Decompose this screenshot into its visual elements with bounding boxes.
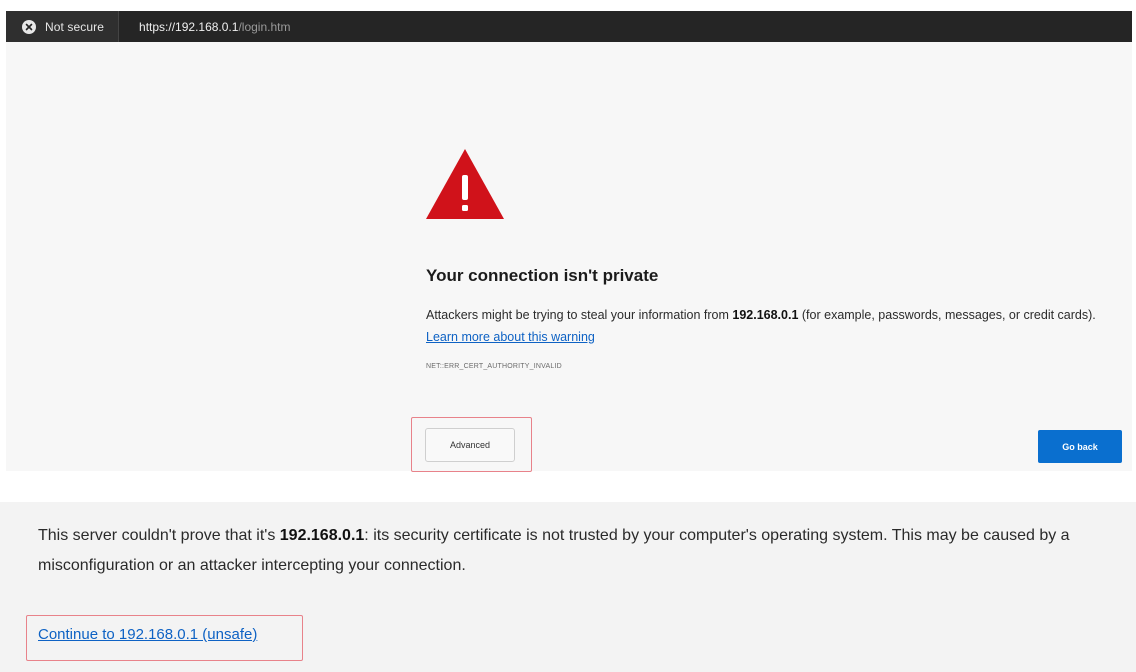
url-path: /login.htm (238, 19, 291, 34)
go-back-button[interactable]: Go back (1038, 430, 1122, 463)
warning-description: Attackers might be trying to steal your … (426, 304, 1106, 348)
detail-prefix: This server couldn't prove that it's (38, 527, 280, 544)
page-title: Your connection isn't private (426, 266, 659, 285)
desc-prefix: Attackers might be trying to steal your … (426, 308, 733, 322)
advanced-button[interactable]: Advanced (425, 428, 515, 462)
warning-triangle-icon (426, 149, 504, 219)
desc-suffix: (for example, passwords, messages, or cr… (798, 308, 1096, 322)
url-field[interactable]: https://192.168.0.1/login.htm (139, 20, 290, 34)
advanced-details-text: This server couldn't prove that it's 192… (38, 521, 1128, 581)
security-indicator[interactable]: Not secure (6, 11, 120, 42)
learn-more-link[interactable]: Learn more about this warning (426, 330, 595, 344)
advanced-details-panel: This server couldn't prove that it's 192… (0, 502, 1136, 672)
url-host: https://192.168.0.1 (139, 19, 239, 34)
close-circle-icon (22, 19, 36, 34)
desc-host: 192.168.0.1 (732, 308, 799, 322)
security-label: Not secure (45, 19, 105, 34)
continue-unsafe-link[interactable]: Continue to 192.168.0.1 (unsafe) (38, 626, 257, 643)
detail-host: 192.168.0.1 (279, 527, 365, 544)
warning-panel: Your connection isn't private Attackers … (6, 42, 1132, 472)
error-code: NET::ERR_CERT_AUTHORITY_INVALID (426, 363, 562, 370)
address-bar: Not secure https://192.168.0.1/login.htm (6, 11, 1132, 42)
